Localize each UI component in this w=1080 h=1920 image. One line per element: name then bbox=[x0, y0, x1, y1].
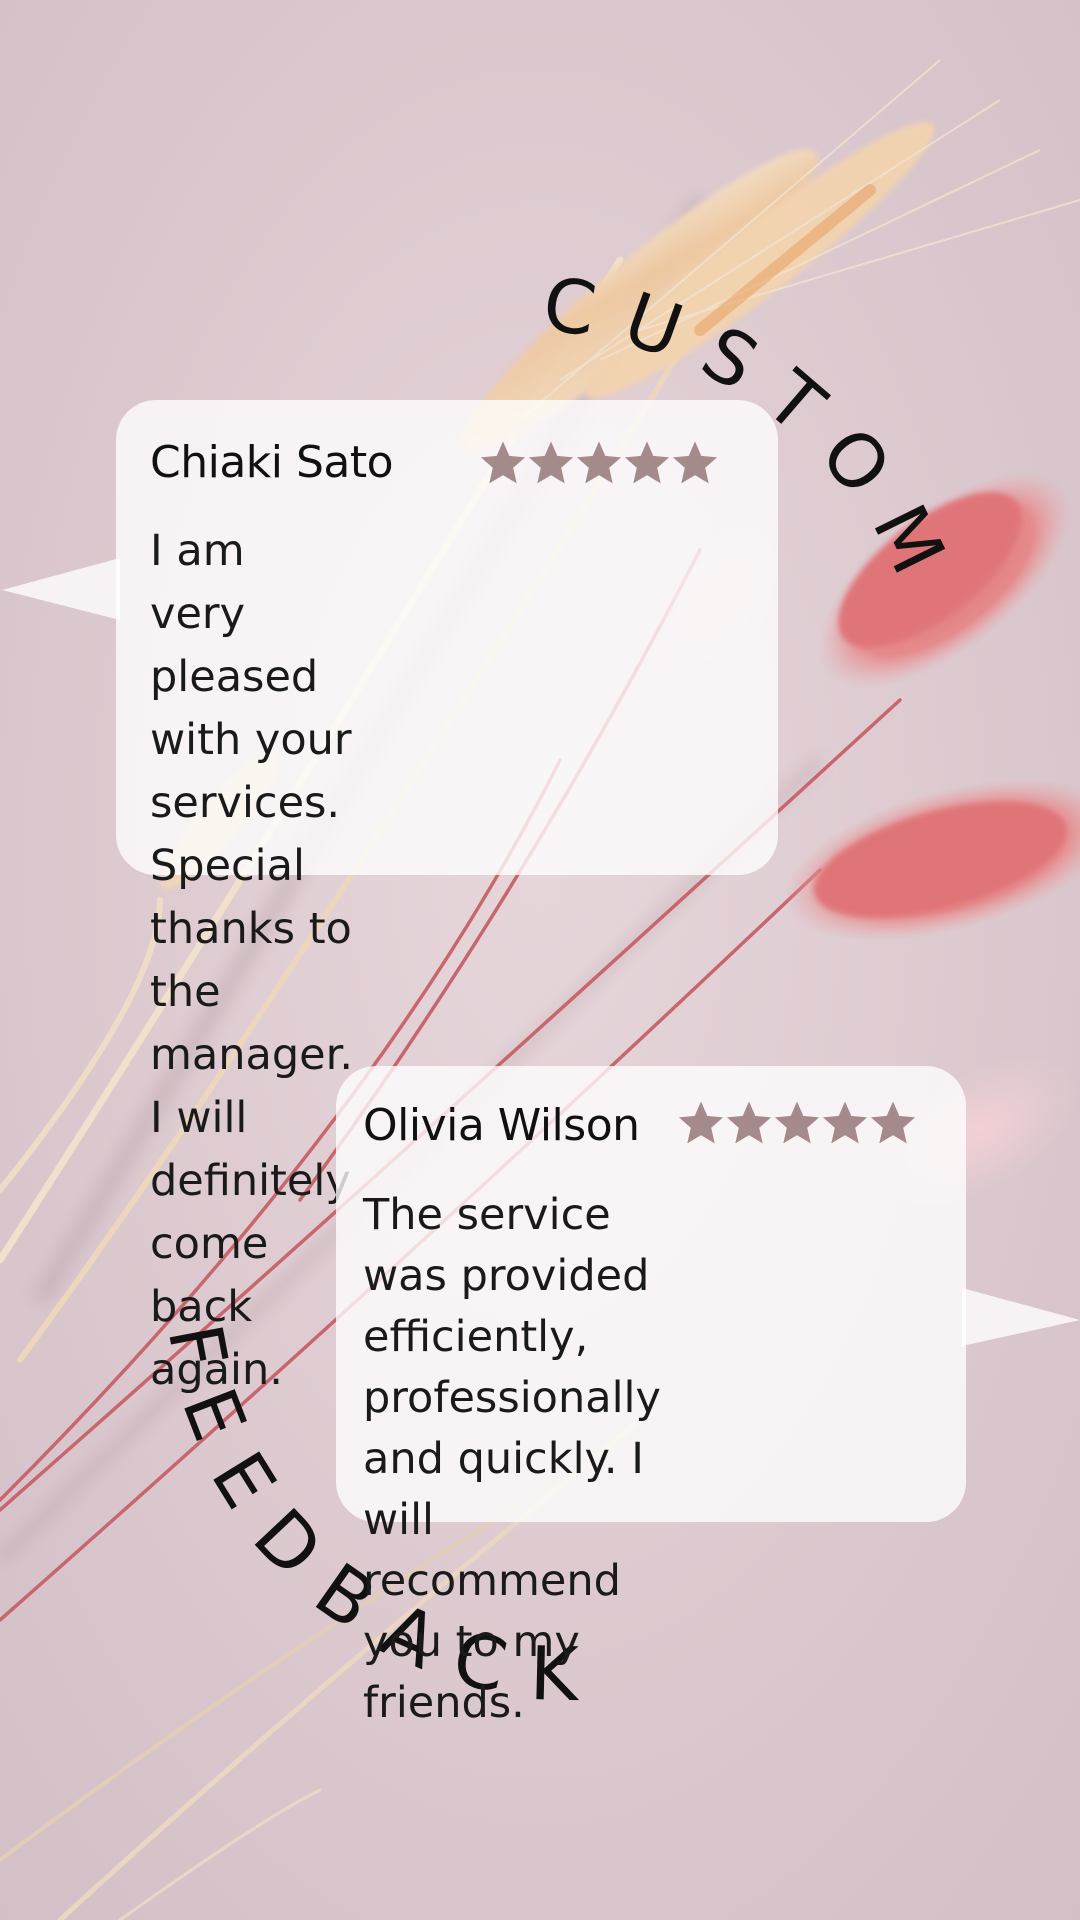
speech-bubble-tail bbox=[962, 1288, 1080, 1346]
star-rating bbox=[480, 440, 718, 486]
star-icon bbox=[726, 1100, 772, 1146]
reviewer-name: Olivia Wilson bbox=[363, 1100, 640, 1151]
star-rating bbox=[678, 1100, 916, 1146]
speech-bubble-tail bbox=[2, 558, 120, 620]
star-icon bbox=[774, 1100, 820, 1146]
star-icon bbox=[672, 440, 718, 486]
star-icon bbox=[822, 1100, 868, 1146]
star-icon bbox=[678, 1100, 724, 1146]
star-icon bbox=[528, 440, 574, 486]
star-icon bbox=[870, 1100, 916, 1146]
review-text: I am very pleased with your services. Sp… bbox=[150, 526, 353, 1395]
star-icon bbox=[624, 440, 670, 486]
star-icon bbox=[576, 440, 622, 486]
star-icon bbox=[480, 440, 526, 486]
review-text: The service was provided efficiently, pr… bbox=[363, 1190, 661, 1728]
reviewer-name: Chiaki Sato bbox=[150, 437, 394, 488]
